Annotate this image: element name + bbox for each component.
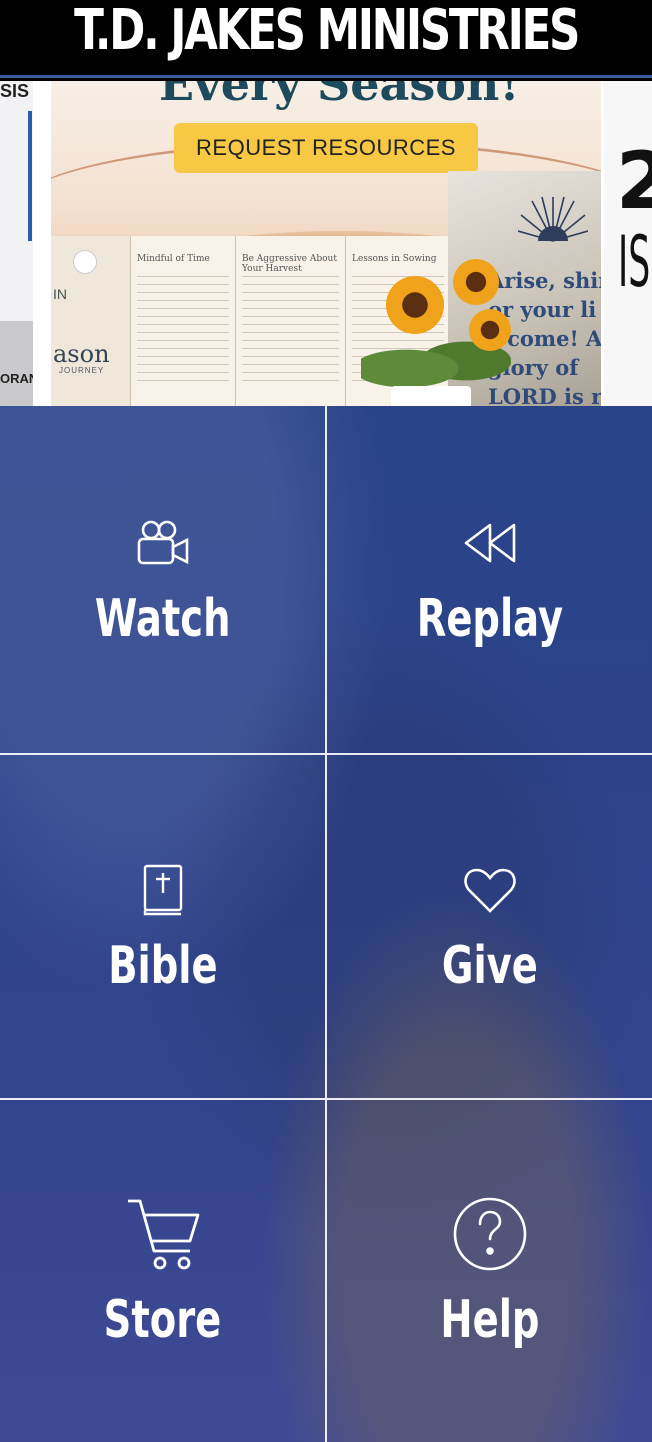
next-slide-text-top: 2 [616,137,652,227]
help-label: Help [439,1290,540,1350]
rewind-icon [460,513,520,573]
prev-slide-accent-bar [28,111,32,241]
app-header: T.D. JAKES MINISTRIES [0,0,652,78]
sunburst-icon [518,196,588,242]
bible-tile[interactable]: Bible [0,755,327,1100]
help-tile[interactable]: Help [327,1100,652,1442]
next-slide-text-bottom: IS [618,221,651,303]
give-label: Give [441,935,538,996]
booklet-brand: ason [53,340,110,368]
replay-label: Replay [416,588,563,649]
bible-label: Bible [107,935,218,996]
main-menu-grid: Watch Replay Bible Give Store Help [0,406,652,1442]
help-question-icon [450,1194,530,1274]
booklet-text-lines [137,276,229,386]
carousel-slide-next[interactable]: 2 IS [604,81,652,406]
booklet-brand-sub: JOURNEY [59,366,105,375]
booklet-circle [73,250,97,274]
heart-icon [460,860,520,920]
booklet-cover: IN ason JOURNEY [51,236,131,406]
request-resources-button[interactable]: REQUEST RESOURCES [174,123,478,173]
booklet-page-title: Lessons in Sowing [352,254,437,264]
watch-label: Watch [94,588,231,649]
replay-tile[interactable]: Replay [327,406,652,755]
store-label: Store [103,1290,222,1350]
ministry-logo: T.D. JAKES MINISTRIES [73,0,580,63]
prev-slide-image [0,321,33,406]
carousel-slide-previous[interactable]: SIS ORANG [0,81,33,406]
prev-slide-text-top: SIS [0,81,30,101]
booklet-page: Be Aggressive About Your Harvest [236,236,346,406]
flower-vase [391,386,471,406]
watch-tile[interactable]: Watch [0,406,327,755]
booklet-page-title: Mindful of Time [137,254,210,264]
video-camera-icon [133,513,193,573]
sunflower [386,276,444,334]
sunflower [469,309,511,351]
booklet-page: Mindful of Time [131,236,236,406]
sunflower [453,259,499,305]
booklet-in-text: IN [53,286,67,302]
carousel-slide-current[interactable]: Every Season! REQUEST RESOURCES IN ason … [51,81,601,406]
shopping-cart-icon [123,1194,203,1274]
booklet-page-title: Be Aggressive About Your Harvest [242,254,337,274]
bible-icon [133,860,193,920]
slide-headline: Every Season! [159,81,520,111]
promo-carousel[interactable]: SIS ORANG Every Season! REQUEST RESOURCE… [0,81,652,406]
prev-slide-text-bottom: ORANG [0,371,33,386]
verse-line: Arise, shir [488,268,601,293]
store-tile[interactable]: Store [0,1100,327,1442]
booklet-text-lines [242,276,339,386]
give-tile[interactable]: Give [327,755,652,1100]
